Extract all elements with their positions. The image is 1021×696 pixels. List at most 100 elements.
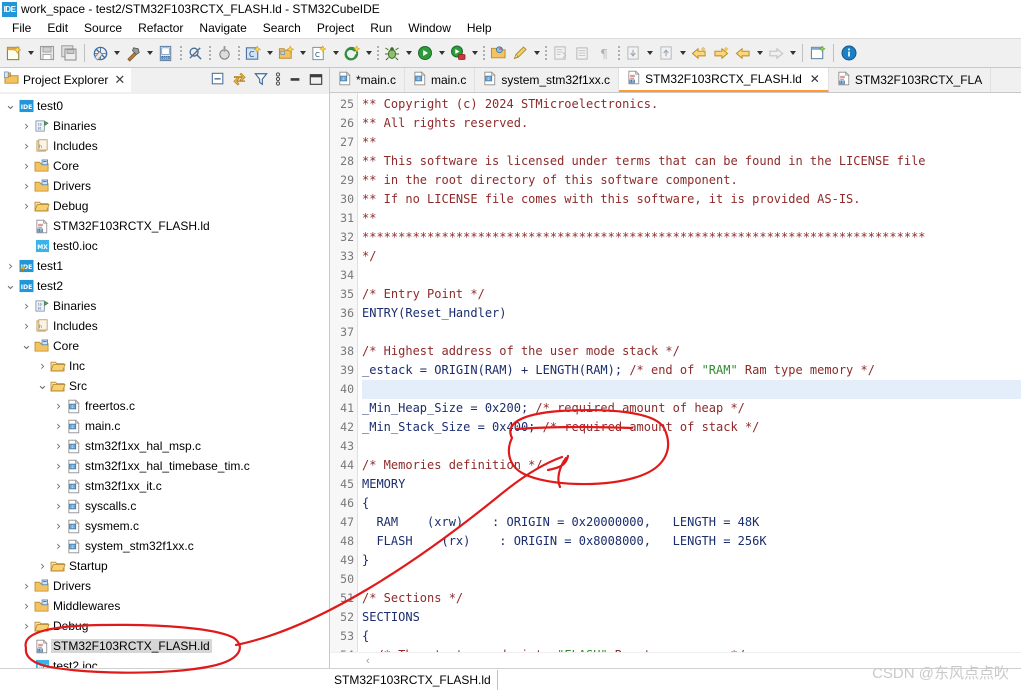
code-line[interactable]: ****************************************… <box>362 228 1021 247</box>
code-line[interactable]: /* Sections */ <box>362 589 1021 608</box>
tree-item-includes[interactable]: › h Includes <box>0 136 329 156</box>
tree-item-test1[interactable]: › IDE test1 <box>0 256 329 276</box>
chevron-right-icon[interactable]: › <box>20 179 33 193</box>
chevron-right-icon[interactable]: › <box>20 299 33 313</box>
chevron-right-icon[interactable]: › <box>36 559 49 573</box>
view-menu-icon[interactable] <box>275 71 281 90</box>
save-all-icon[interactable] <box>58 41 80 65</box>
last-edit-icon[interactable] <box>655 41 677 65</box>
code-line[interactable] <box>362 380 1021 399</box>
chevron-down-icon[interactable] <box>330 41 341 65</box>
chevron-right-icon[interactable]: › <box>20 119 33 133</box>
code-line[interactable]: ** Copyright (c) 2024 STMicroelectronics… <box>362 95 1021 114</box>
chevron-right-icon[interactable]: › <box>52 479 65 493</box>
chevron-right-icon[interactable]: › <box>52 399 65 413</box>
new-element-icon[interactable] <box>341 41 363 65</box>
chevron-down-icon[interactable] <box>644 41 655 65</box>
toolbar-drag-handle[interactable] <box>542 43 549 63</box>
chevron-right-icon[interactable]: › <box>52 439 65 453</box>
toolbar-drag-handle[interactable] <box>615 43 622 63</box>
chevron-down-icon[interactable] <box>531 41 542 65</box>
tree-item-drivers[interactable]: › Drivers <box>0 576 329 596</box>
code-line[interactable]: */ <box>362 247 1021 266</box>
toolbar-drag-handle[interactable] <box>480 43 487 63</box>
code-line[interactable]: ENTRY(Reset_Handler) <box>362 304 1021 323</box>
run-icon[interactable] <box>414 41 436 65</box>
chevron-down-icon[interactable] <box>111 41 122 65</box>
code-viewport[interactable]: 25 26 27 28 29 30 31 32 33 34 35 36 37 38 39 40 41 42 43 44… <box>330 93 1021 652</box>
build-hammer-icon[interactable] <box>122 41 144 65</box>
link-with-editor-icon[interactable] <box>232 72 247 89</box>
editor-tab--main-c[interactable]: c *main.c <box>330 68 406 92</box>
chevron-right-icon[interactable]: › <box>52 519 65 533</box>
chevron-right-icon[interactable]: › <box>52 499 65 513</box>
back-star-icon[interactable] <box>688 41 710 65</box>
tree-item-debug[interactable]: › Debug <box>0 196 329 216</box>
tree-item-binaries[interactable]: › 10 01 Binaries <box>0 116 329 136</box>
minimize-icon[interactable] <box>288 73 302 88</box>
chevron-down-icon[interactable] <box>363 41 374 65</box>
editor-tab-stm32f103rctx-fla[interactable]: LD STM32F103RCTX_FLA <box>828 68 992 92</box>
tree-item-main-c[interactable]: › c main.c <box>0 416 329 436</box>
code-line[interactable]: { <box>362 494 1021 513</box>
chevron-down-icon[interactable] <box>144 41 155 65</box>
chevron-down-icon[interactable]: ⌄ <box>36 379 49 392</box>
code-line[interactable]: ** If no LICENSE file comes with this so… <box>362 190 1021 209</box>
code-line[interactable] <box>362 437 1021 456</box>
toolbar-drag-handle[interactable] <box>235 43 242 63</box>
chevron-right-icon[interactable]: › <box>52 459 65 473</box>
code-line[interactable] <box>362 323 1021 342</box>
code-line[interactable]: MEMORY <box>362 475 1021 494</box>
tree-item-stm32f103rctx-flash-ld[interactable]: LD STM32F103RCTX_FLASH.ld <box>0 216 329 236</box>
tree-item-startup[interactable]: › Startup <box>0 556 329 576</box>
toolbar-drag-handle[interactable] <box>374 43 381 63</box>
back-arrow-icon[interactable] <box>732 41 754 65</box>
chevron-down-icon[interactable]: ⌄ <box>20 339 33 352</box>
editor-tab-system-stm32f1xx-c[interactable]: c system_stm32f1xx.c <box>475 68 620 92</box>
code-line[interactable]: ** <box>362 133 1021 152</box>
code-line[interactable]: _Min_Stack_Size = 0x400; /* required amo… <box>362 418 1021 437</box>
tree-item-src[interactable]: ⌄ Src <box>0 376 329 396</box>
tree-item-stm32f103rctx-flash-ld[interactable]: LD STM32F103RCTX_FLASH.ld <box>0 636 329 656</box>
chevron-down-icon[interactable]: ⌄ <box>4 279 17 292</box>
tree-item-drivers[interactable]: › Drivers <box>0 176 329 196</box>
tree-item-syscalls-c[interactable]: › c syscalls.c <box>0 496 329 516</box>
menu-item-source[interactable]: Source <box>76 19 130 37</box>
tree-item-includes[interactable]: › h Includes <box>0 316 329 336</box>
menu-item-file[interactable]: File <box>4 19 39 37</box>
save-icon[interactable] <box>36 41 58 65</box>
tree-item-middlewares[interactable]: › Middlewares <box>0 596 329 616</box>
chevron-down-icon[interactable] <box>25 41 36 65</box>
tree-item-binaries[interactable]: › 10 01 Binaries <box>0 296 329 316</box>
code-line[interactable]: ** All rights reserved. <box>362 114 1021 133</box>
tree-item-freertos-c[interactable]: › c freertos.c <box>0 396 329 416</box>
next-edit-icon[interactable] <box>622 41 644 65</box>
chevron-down-icon[interactable] <box>754 41 765 65</box>
new-window-icon[interactable] <box>807 41 829 65</box>
code-line[interactable]: ** This software is licensed under terms… <box>362 152 1021 171</box>
code-line[interactable]: SECTIONS <box>362 608 1021 627</box>
clean-build-icon[interactable] <box>89 41 111 65</box>
code-line[interactable]: ** <box>362 209 1021 228</box>
project-explorer-tab[interactable]: Project Explorer ✕ <box>0 67 132 94</box>
toggle-block-icon[interactable] <box>571 41 593 65</box>
close-icon[interactable]: ✕ <box>114 73 125 86</box>
tree-item-debug[interactable]: › Debug <box>0 616 329 636</box>
chevron-down-icon[interactable] <box>297 41 308 65</box>
device-icon[interactable] <box>213 41 235 65</box>
chevron-down-icon[interactable] <box>787 41 798 65</box>
chevron-right-icon[interactable]: › <box>20 619 33 633</box>
code-line[interactable] <box>362 266 1021 285</box>
menu-item-refactor[interactable]: Refactor <box>130 19 191 37</box>
maximize-icon[interactable] <box>309 73 323 89</box>
new-folder-icon[interactable] <box>275 41 297 65</box>
code-line[interactable]: _estack = ORIGIN(RAM) + LENGTH(RAM); /* … <box>362 361 1021 380</box>
chevron-down-icon[interactable] <box>677 41 688 65</box>
binary-010-icon[interactable]: 010 <box>155 41 177 65</box>
forward-star-icon[interactable] <box>710 41 732 65</box>
new-c-file-icon[interactable]: C <box>308 41 330 65</box>
chevron-right-icon[interactable]: › <box>4 259 17 273</box>
chevron-right-icon[interactable]: › <box>20 199 33 213</box>
tree-item-stm32f1xx-hal-timebase-tim-c[interactable]: › c stm32f1xx_hal_timebase_tim.c <box>0 456 329 476</box>
chevron-down-icon[interactable] <box>436 41 447 65</box>
